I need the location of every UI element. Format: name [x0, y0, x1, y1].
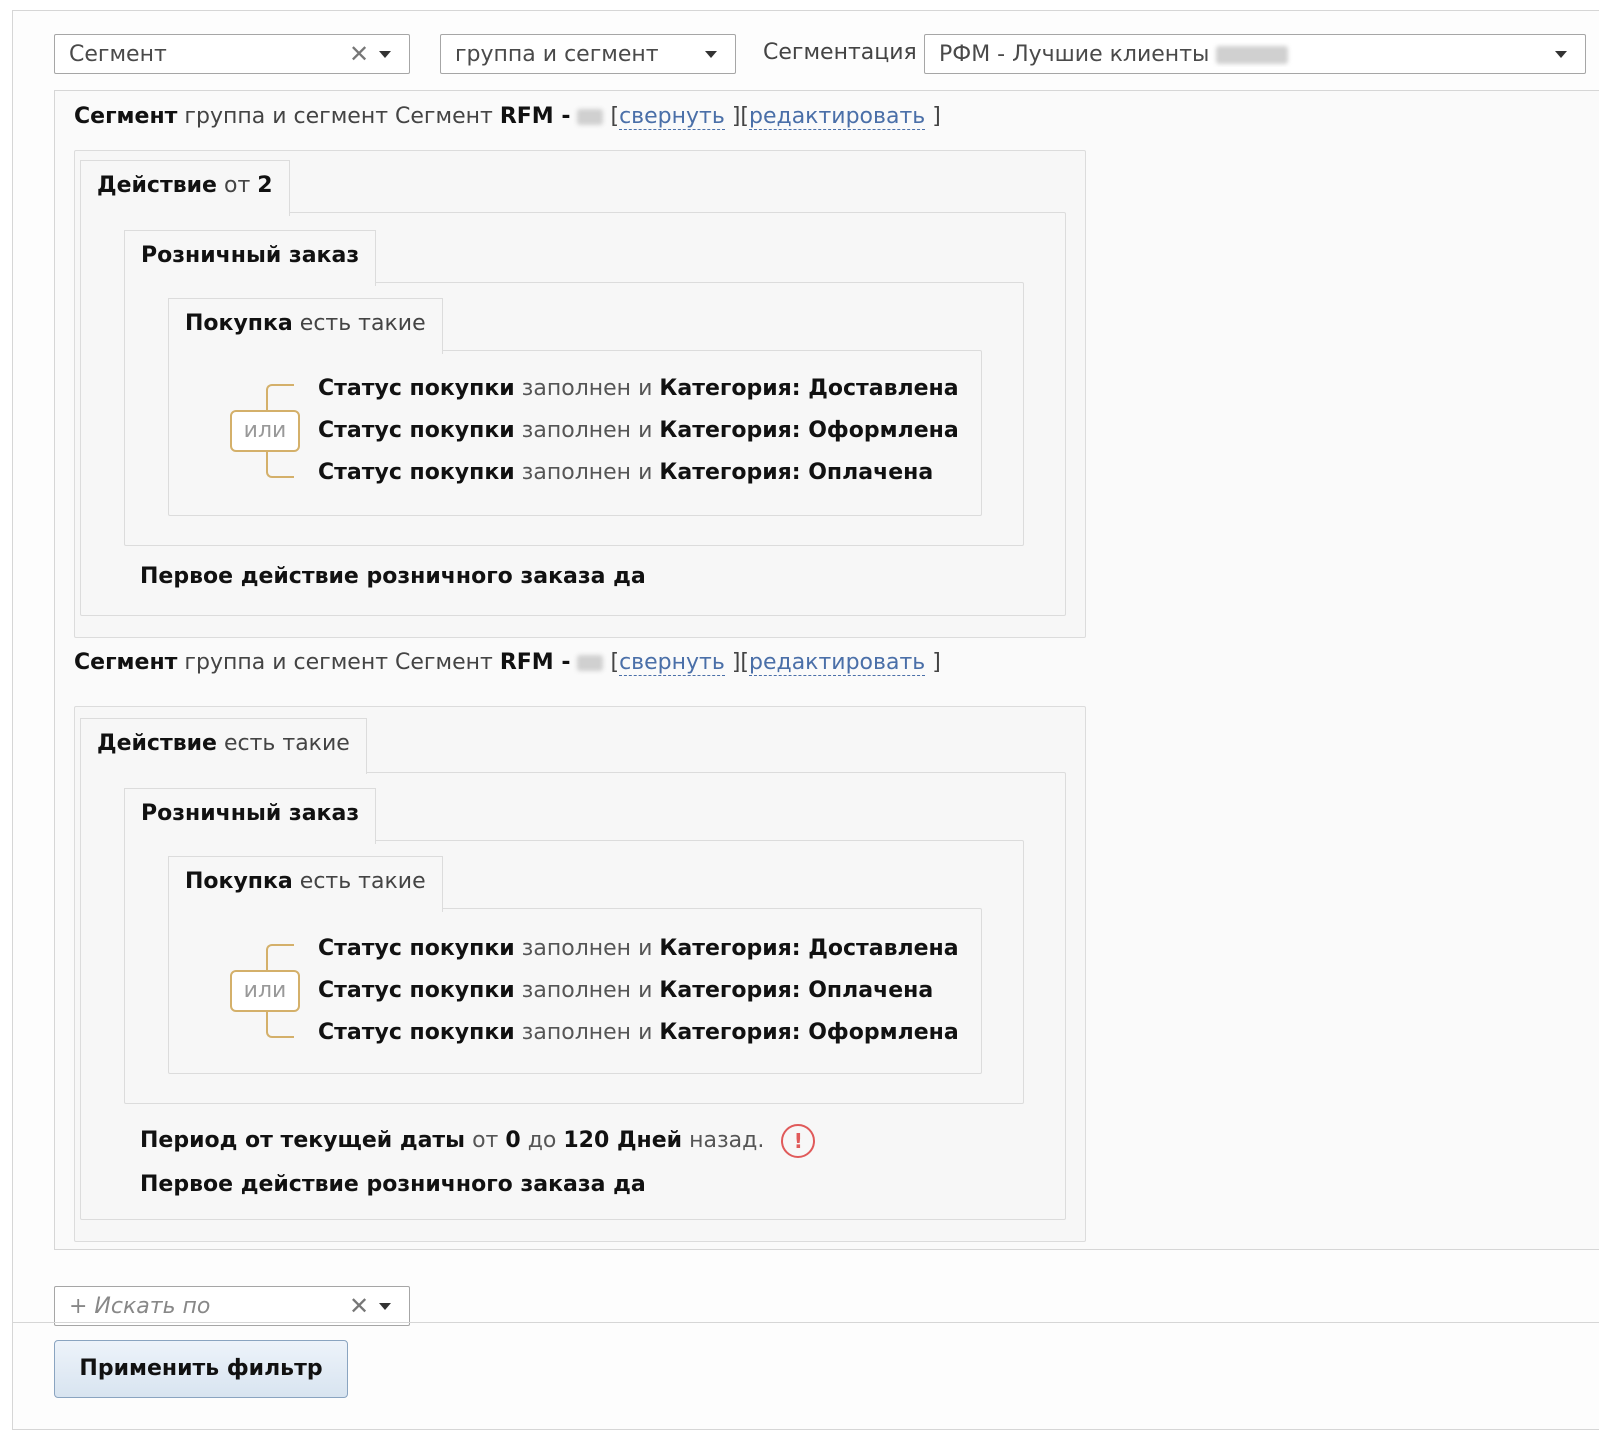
blurred-text: [1216, 45, 1289, 64]
chevron-down-icon[interactable]: [1555, 50, 1567, 58]
segment-header-type: группа и сегмент Сегмент: [184, 104, 493, 129]
segment-header-rfm: RFM -: [499, 104, 571, 129]
condition-row: Статус покупки заполнен и Категория: Дос…: [318, 376, 959, 401]
field-select-value: Сегмент: [69, 41, 167, 67]
segment-header-rfm: RFM -: [499, 650, 571, 675]
collapse-link[interactable]: свернуть: [619, 650, 725, 676]
segment-header-type: группа и сегмент Сегмент: [184, 650, 493, 675]
segment-header-label: Сегмент: [74, 650, 178, 675]
tab-retail-order[interactable]: Розничный заказ: [124, 788, 377, 844]
first-action-line: Первое действие розничного заказа да: [140, 564, 646, 589]
chevron-down-icon[interactable]: [705, 50, 717, 58]
search-select[interactable]: + Искать по ✕: [54, 1286, 410, 1326]
blurred-text: [577, 109, 604, 125]
tab-action[interactable]: Действие есть такие: [80, 718, 367, 774]
chevron-down-icon[interactable]: [379, 1302, 391, 1310]
or-badge[interactable]: или: [230, 970, 300, 1012]
or-badge[interactable]: или: [230, 410, 300, 452]
tab-action[interactable]: Действие от 2: [80, 160, 290, 216]
collapse-link[interactable]: свернуть: [619, 104, 725, 130]
type-select-value: группа и сегмент: [455, 41, 659, 67]
condition-row: Статус покупки заполнен и Категория: Офо…: [318, 418, 959, 443]
segment-header-label: Сегмент: [74, 104, 178, 129]
blurred-text: [577, 655, 604, 671]
condition-row: Статус покупки заполнен и Категория: Дос…: [318, 936, 959, 961]
chevron-down-icon[interactable]: [379, 50, 391, 58]
divider: [12, 1322, 1599, 1323]
edit-link[interactable]: редактировать: [748, 104, 926, 130]
tab-purchase[interactable]: Покупка есть такие: [168, 856, 443, 912]
segmentation-label: Сегментация: [763, 40, 917, 65]
field-select[interactable]: Сегмент ✕: [54, 34, 410, 74]
segmentation-select[interactable]: РФМ - Лучшие клиенты: [924, 34, 1586, 74]
edit-link[interactable]: редактировать: [748, 650, 926, 676]
condition-row: Статус покупки заполнен и Категория: Опл…: [318, 978, 934, 1003]
clear-icon[interactable]: ✕: [345, 1292, 373, 1320]
clear-icon[interactable]: ✕: [345, 40, 373, 68]
search-placeholder: + Искать по: [69, 1293, 211, 1319]
first-action-line: Первое действие розничного заказа да: [140, 1172, 646, 1197]
segmentation-select-value: РФМ - Лучшие клиенты: [939, 41, 1210, 67]
warning-icon[interactable]: !: [781, 1124, 816, 1158]
condition-row: Статус покупки заполнен и Категория: Опл…: [318, 460, 934, 485]
apply-filter-button[interactable]: Применить фильтр: [54, 1340, 348, 1398]
segment-header: Сегмент группа и сегмент Сегмент RFM - […: [74, 650, 941, 676]
tab-retail-order[interactable]: Розничный заказ: [124, 230, 377, 286]
period-line: Период от текущей даты от 0 до 120 Дней …: [140, 1124, 816, 1158]
segment-header: Сегмент группа и сегмент Сегмент RFM - […: [74, 104, 941, 130]
type-select[interactable]: группа и сегмент: [440, 34, 736, 74]
condition-row: Статус покупки заполнен и Категория: Офо…: [318, 1020, 959, 1045]
tab-purchase[interactable]: Покупка есть такие: [168, 298, 443, 354]
